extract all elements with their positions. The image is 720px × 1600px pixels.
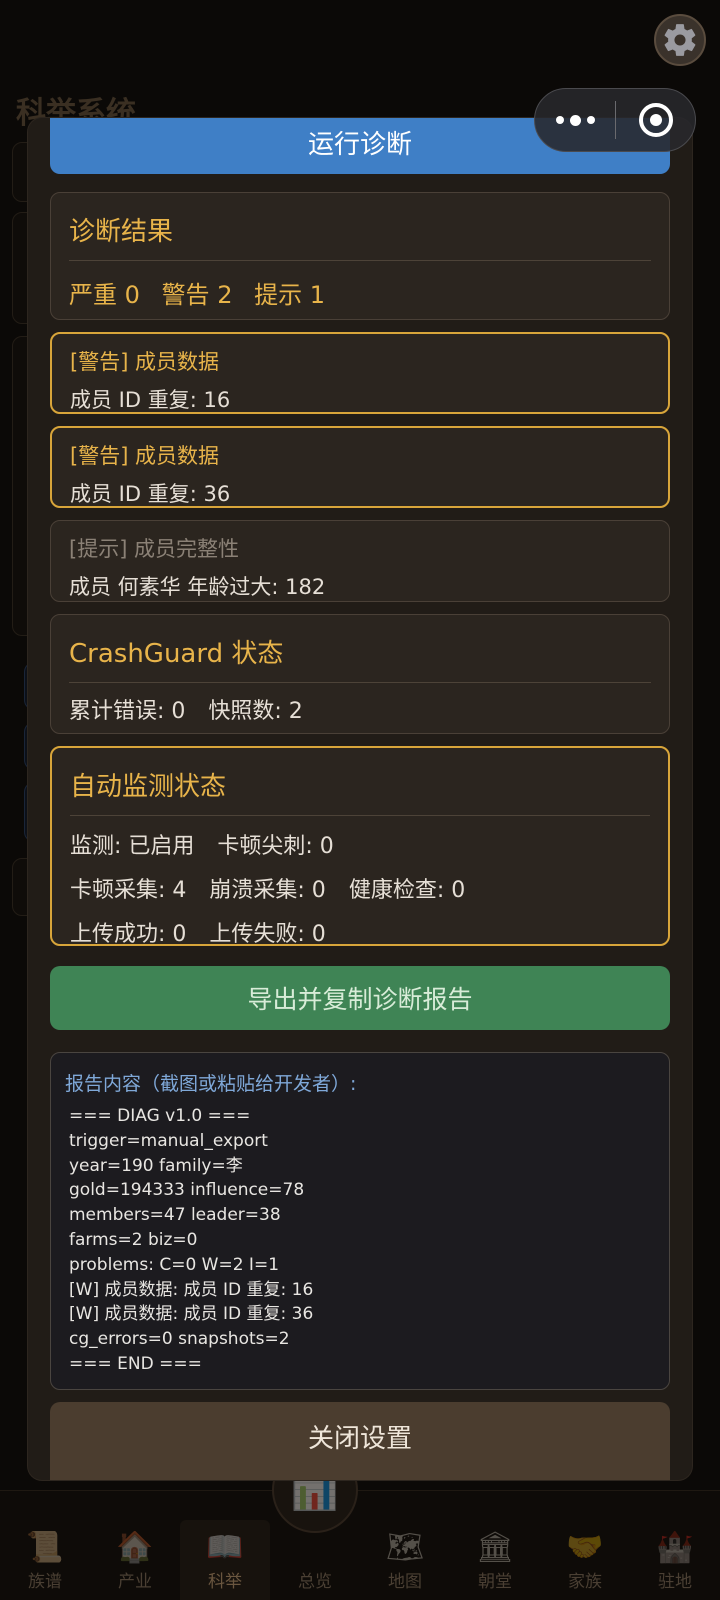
issue-tag: [警告] 成员数据 bbox=[70, 444, 220, 468]
court-icon: 🏛 bbox=[475, 1530, 515, 1565]
crashguard-errors: 累计错误: 0 bbox=[69, 699, 186, 724]
report-line: [W] 成员数据: 成员 ID 重复: 16 bbox=[69, 1279, 314, 1300]
nav-label: 科举 bbox=[208, 1572, 242, 1592]
report-label: 报告内容（截图或粘贴给开发者）: bbox=[65, 1073, 357, 1095]
settings-modal: 运行诊断 诊断结果 严重 0 警告 2 提示 1 [警告] 成员数据 成员 ID… bbox=[28, 118, 692, 1480]
report-line: [W] 成员数据: 成员 ID 重复: 36 bbox=[69, 1304, 314, 1325]
castle-icon: 🏰 bbox=[656, 1530, 694, 1565]
nav-item-industry[interactable]: 🏠 产业 bbox=[90, 1520, 180, 1600]
report-box[interactable]: 报告内容（截图或粘贴给开发者）: === DIAG v1.0 === trigg… bbox=[50, 1052, 670, 1390]
issue-card: [警告] 成员数据 成员 ID 重复: 36 bbox=[50, 426, 670, 508]
monitor-panel: 自动监测状态 监测: 已启用 卡顿尖刺: 0 卡顿采集: 4 崩溃采集: 0 健… bbox=[50, 746, 670, 947]
nav-label: 驻地 bbox=[658, 1572, 692, 1592]
crashguard-title: CrashGuard 状态 bbox=[69, 639, 284, 669]
bottom-nav: 📜 族谱 🏠 产业 📖 科举 🗺 地图 🏛 朝堂 🤝 家族 🏰 驻地 📊 总览 bbox=[0, 1447, 720, 1600]
issue-tag: [警告] 成员数据 bbox=[70, 350, 220, 374]
nav-item-exam[interactable]: 📖 科举 bbox=[180, 1520, 270, 1600]
nav-label: 家族 bbox=[568, 1572, 602, 1592]
issue-detail: 成员 何素华 年龄过大: 182 bbox=[69, 575, 326, 599]
crashguard-snapshots: 快照数: 2 bbox=[208, 699, 303, 724]
monitor-title: 自动监测状态 bbox=[70, 772, 227, 802]
close-settings-button[interactable]: 关闭设置 bbox=[50, 1402, 670, 1480]
severity-summary: 严重 0 警告 2 提示 1 bbox=[69, 275, 651, 310]
issue-card: [提示] 成员完整性 成员 何素华 年龄过大: 182 bbox=[50, 520, 670, 602]
upload-success: 上传成功: 0 bbox=[70, 922, 187, 947]
book-icon: 📖 bbox=[206, 1530, 244, 1565]
house-icon: 🏠 bbox=[116, 1530, 154, 1565]
nav-item-court[interactable]: 🏛 朝堂 bbox=[450, 1520, 540, 1600]
severe-label: 严重 bbox=[69, 281, 117, 309]
stall-collect: 卡顿采集: 4 bbox=[70, 878, 187, 903]
handshake-icon: 🤝 bbox=[566, 1530, 604, 1565]
warning-label: 警告 bbox=[161, 281, 210, 309]
nav-label: 族谱 bbox=[28, 1572, 62, 1592]
map-icon: 🗺 bbox=[385, 1530, 425, 1565]
divider bbox=[69, 260, 651, 261]
warning-count: 2 bbox=[217, 281, 233, 309]
scroll-icon: 📜 bbox=[26, 1530, 64, 1565]
settings-gear-icon[interactable] bbox=[654, 14, 706, 66]
report-line: === END === bbox=[69, 1353, 202, 1374]
divider bbox=[69, 682, 651, 683]
report-line: gold=194333 influence=78 bbox=[69, 1180, 305, 1201]
nav-item-station[interactable]: 🏰 驻地 bbox=[630, 1520, 720, 1600]
issue-detail: 成员 ID 重复: 16 bbox=[70, 388, 231, 412]
report-line: farms=2 biz=0 bbox=[69, 1229, 198, 1250]
nav-label: 产业 bbox=[118, 1572, 152, 1592]
miniprogram-capsule bbox=[534, 88, 696, 152]
hint-label: 提示 bbox=[254, 281, 303, 309]
more-menu-icon[interactable] bbox=[535, 114, 615, 126]
report-line: === DIAG v1.0 === bbox=[69, 1106, 251, 1126]
nav-item-genealogy[interactable]: 📜 族谱 bbox=[0, 1520, 90, 1600]
diagnostic-result-title: 诊断结果 bbox=[69, 217, 174, 247]
nav-label: 地图 bbox=[388, 1572, 422, 1592]
close-miniprogram-icon[interactable] bbox=[616, 103, 695, 137]
issue-detail: 成员 ID 重复: 36 bbox=[70, 482, 231, 506]
report-line: trigger=manual_export bbox=[69, 1130, 268, 1151]
report-line: members=47 leader=38 bbox=[69, 1205, 281, 1226]
report-line: year=190 family=李 bbox=[69, 1155, 243, 1176]
nav-item-clan[interactable]: 🤝 家族 bbox=[540, 1520, 630, 1600]
monitor-status: 监测: 已启用 bbox=[70, 834, 195, 859]
severe-count: 0 bbox=[124, 281, 140, 309]
report-line: problems: C=0 W=2 I=1 bbox=[69, 1254, 280, 1275]
report-line: cg_errors=0 snapshots=2 bbox=[69, 1329, 290, 1350]
upload-fail: 上传失败: 0 bbox=[209, 922, 326, 947]
crash-collect: 崩溃采集: 0 bbox=[209, 878, 326, 903]
diagnostic-result-panel: 诊断结果 严重 0 警告 2 提示 1 bbox=[50, 192, 670, 320]
crashguard-panel: CrashGuard 状态 累计错误: 0 快照数: 2 bbox=[50, 614, 670, 734]
hint-count: 1 bbox=[309, 281, 326, 309]
divider bbox=[70, 815, 650, 816]
health-check: 健康检查: 0 bbox=[348, 878, 466, 903]
issue-tag: [提示] 成员完整性 bbox=[69, 537, 240, 561]
stall-spike: 卡顿尖刺: 0 bbox=[217, 834, 334, 859]
export-report-button[interactable]: 导出并复制诊断报告 bbox=[50, 966, 670, 1030]
nav-label: 朝堂 bbox=[478, 1572, 512, 1592]
nav-label: 总览 bbox=[298, 1572, 332, 1592]
nav-item-map[interactable]: 🗺 地图 bbox=[360, 1520, 450, 1600]
issue-card: [警告] 成员数据 成员 ID 重复: 16 bbox=[50, 332, 670, 414]
